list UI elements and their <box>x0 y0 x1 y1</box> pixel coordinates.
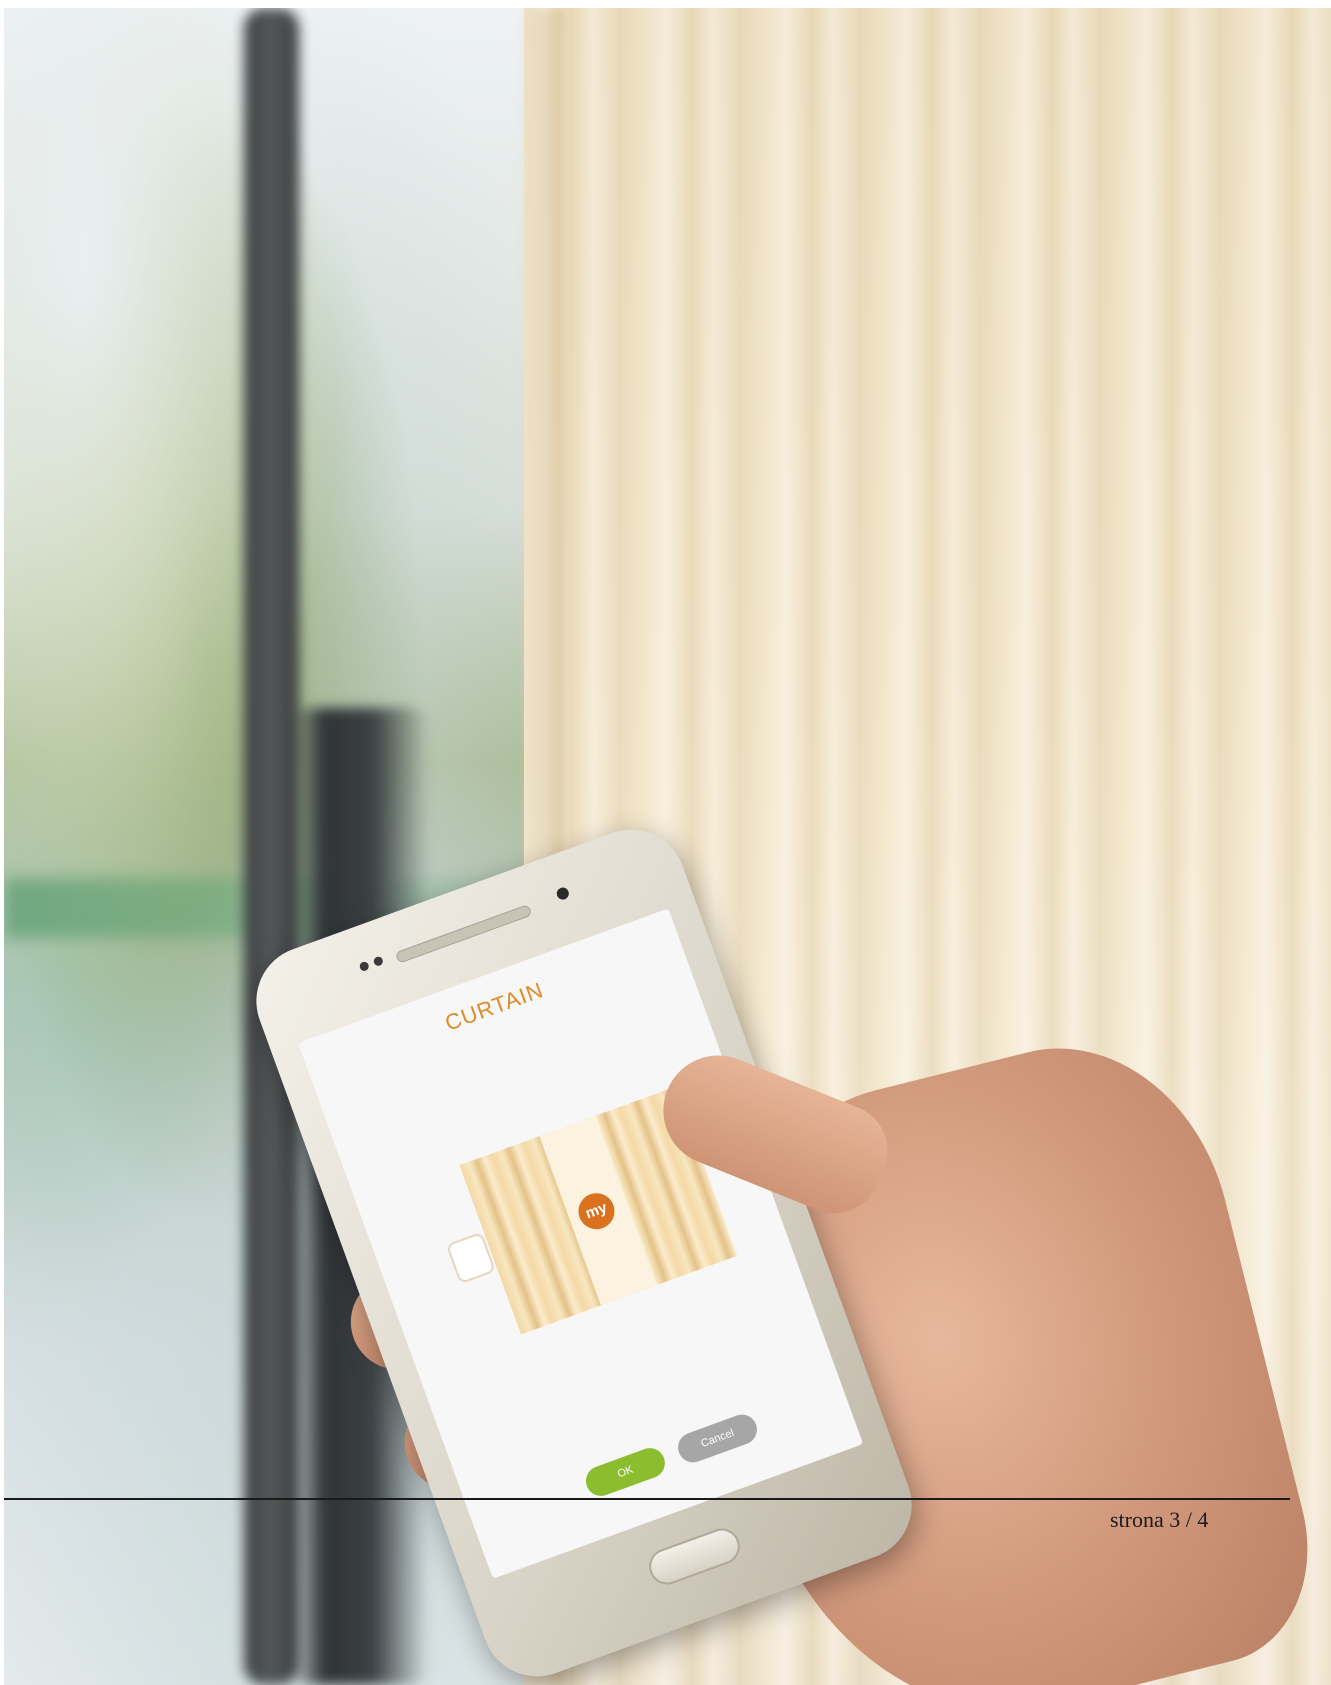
document-page: CURTAIN my OK Cancel strona 3 / 4 <box>0 0 1331 1685</box>
cancel-button: Cancel <box>673 1410 762 1467</box>
page-number: strona 3 / 4 <box>1110 1507 1209 1532</box>
hero-photo: CURTAIN my OK Cancel <box>4 8 1331 1685</box>
ok-button: OK <box>581 1443 670 1501</box>
home-button-icon <box>644 1523 745 1590</box>
screen-title: CURTAIN <box>441 977 547 1036</box>
footer-divider <box>4 1498 1290 1500</box>
phone-sensors <box>358 955 385 973</box>
phone-speaker <box>394 904 533 964</box>
front-camera-icon <box>555 885 571 902</box>
